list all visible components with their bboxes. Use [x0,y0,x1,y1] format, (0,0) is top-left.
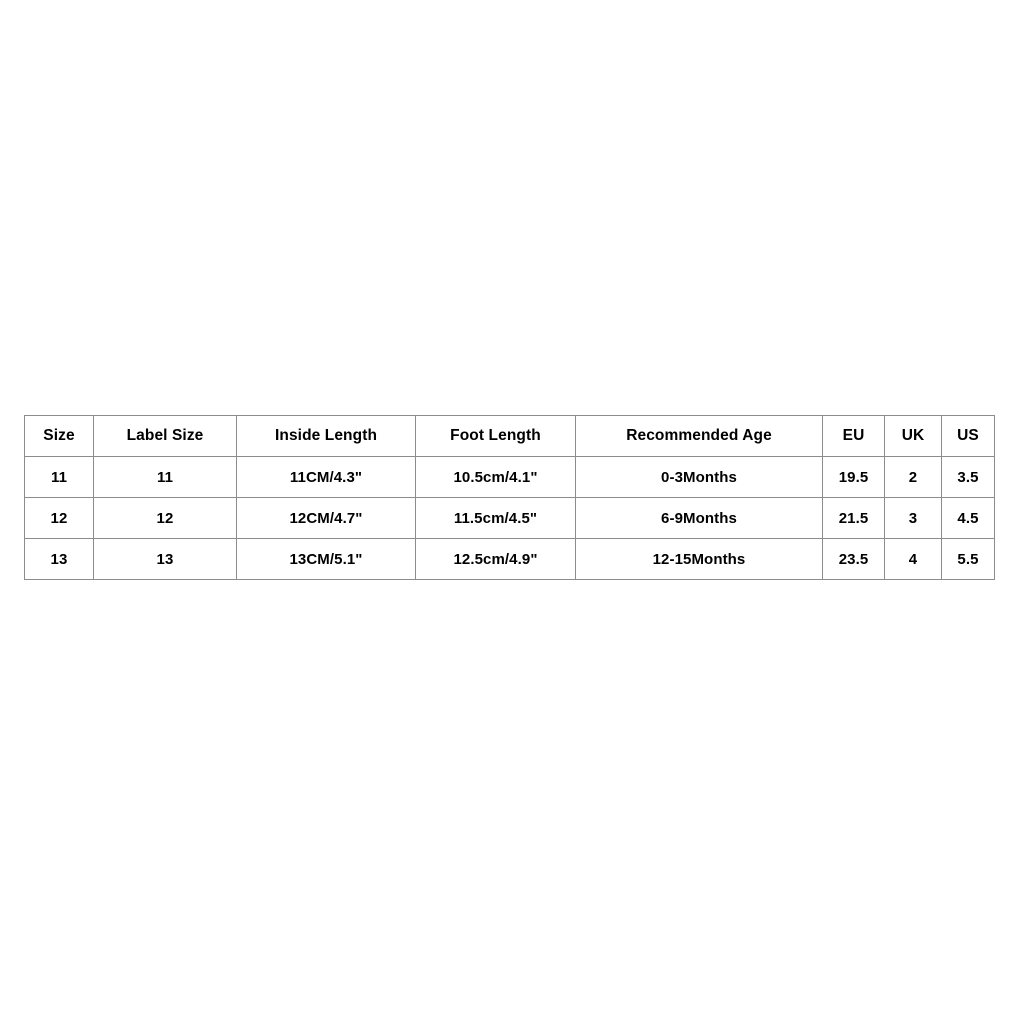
size-chart-table: Size Label Size Inside Length Foot Lengt… [24,415,995,580]
cell-recommended-age: 6-9Months [575,497,823,539]
cell-size: 12 [24,497,94,539]
column-header-inside-length: Inside Length [236,415,416,457]
table-body: 11 11 11CM/4.3" 10.5cm/4.1" 0-3Months 19… [24,456,995,580]
cell-inside-length: 12CM/4.7" [236,497,416,539]
cell-label-size: 13 [93,538,237,580]
column-header-foot-length: Foot Length [415,415,576,457]
column-header-size: Size [24,415,94,457]
cell-size: 11 [24,456,94,498]
size-chart-container: Size Label Size Inside Length Foot Lengt… [24,415,995,580]
cell-size: 13 [24,538,94,580]
cell-eu: 19.5 [822,456,885,498]
cell-foot-length: 11.5cm/4.5" [415,497,576,539]
cell-label-size: 12 [93,497,237,539]
cell-eu: 23.5 [822,538,885,580]
cell-uk: 3 [884,497,942,539]
cell-recommended-age: 12-15Months [575,538,823,580]
table-row: 12 12 12CM/4.7" 11.5cm/4.5" 6-9Months 21… [24,497,995,539]
cell-label-size: 11 [93,456,237,498]
cell-us: 3.5 [941,456,995,498]
column-header-uk: UK [884,415,942,457]
cell-recommended-age: 0-3Months [575,456,823,498]
cell-us: 5.5 [941,538,995,580]
column-header-label-size: Label Size [93,415,237,457]
table-header: Size Label Size Inside Length Foot Lengt… [24,415,995,457]
cell-eu: 21.5 [822,497,885,539]
cell-foot-length: 10.5cm/4.1" [415,456,576,498]
table-header-row: Size Label Size Inside Length Foot Lengt… [24,415,995,457]
cell-inside-length: 13CM/5.1" [236,538,416,580]
cell-foot-length: 12.5cm/4.9" [415,538,576,580]
column-header-us: US [941,415,995,457]
cell-us: 4.5 [941,497,995,539]
cell-inside-length: 11CM/4.3" [236,456,416,498]
column-header-recommended-age: Recommended Age [575,415,823,457]
table-row: 13 13 13CM/5.1" 12.5cm/4.9" 12-15Months … [24,538,995,580]
cell-uk: 2 [884,456,942,498]
table-row: 11 11 11CM/4.3" 10.5cm/4.1" 0-3Months 19… [24,456,995,498]
column-header-eu: EU [822,415,885,457]
cell-uk: 4 [884,538,942,580]
